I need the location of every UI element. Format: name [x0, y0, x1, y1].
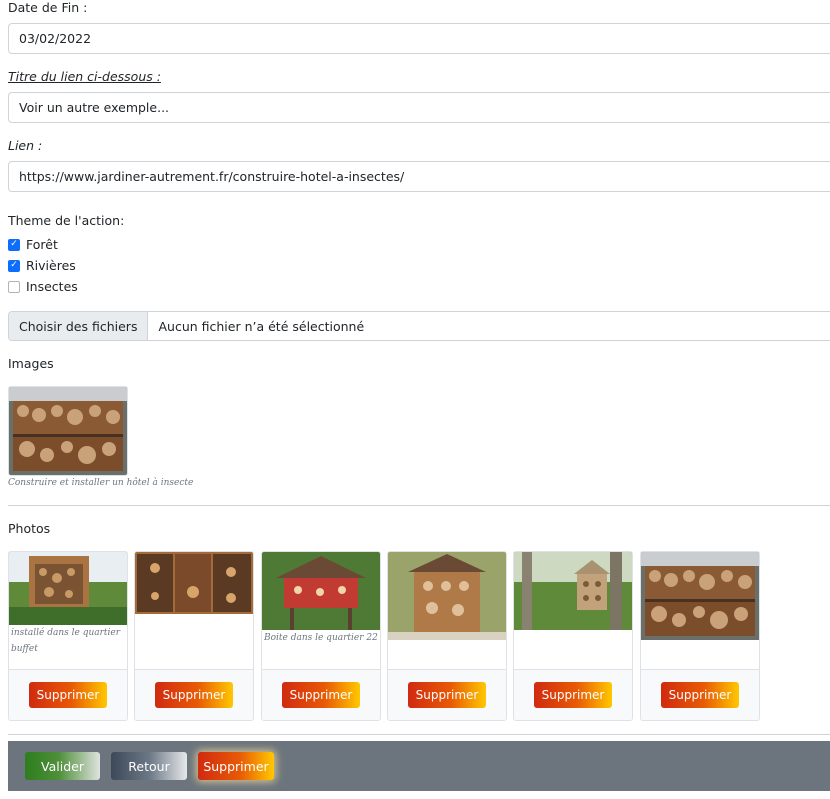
theme-option-rivieres[interactable]: ✓ Rivières — [8, 258, 76, 273]
retour-button[interactable]: Retour — [111, 752, 187, 780]
photo-card: Supprimer — [513, 551, 633, 721]
theme-option-label: Rivières — [26, 258, 76, 273]
photo-image[interactable] — [514, 552, 632, 630]
photo-caption: installé dans le quartier buffet — [11, 628, 121, 654]
image-thumbnail[interactable] — [8, 386, 128, 476]
delete-photo-button[interactable]: Supprimer — [533, 682, 613, 708]
theme-option-insectes[interactable]: Insectes — [8, 279, 78, 294]
titre-lien-label: Titre du lien ci-dessous : — [8, 69, 161, 84]
photo-card: Supprimer — [387, 551, 507, 721]
photo-image[interactable] — [9, 552, 127, 625]
photo-card: Boite dans le quartier 22 Supprimer — [261, 551, 381, 721]
supprimer-button[interactable]: Supprimer — [198, 752, 274, 780]
photo-image[interactable] — [262, 552, 380, 630]
action-bar: Valider Retour Supprimer — [8, 741, 830, 791]
check-icon[interactable]: ✓ — [8, 259, 20, 272]
date-fin-label: Date de Fin : — [8, 0, 88, 15]
photo-card: Supprimer — [134, 551, 254, 721]
photo-card-footer: Supprimer — [641, 669, 759, 720]
photo-card-footer: Supprimer — [135, 669, 253, 720]
photo-image[interactable] — [641, 552, 759, 640]
file-status: Aucun fichier n’a été sélectionné — [158, 318, 365, 334]
theme-label: Theme de l'action: — [8, 213, 125, 228]
delete-photo-button[interactable]: Supprimer — [660, 682, 740, 708]
photo-image[interactable] — [388, 552, 506, 640]
file-input[interactable]: Choisir des fichiers Aucun fichier n’a é… — [8, 311, 830, 341]
divider — [8, 505, 830, 506]
theme-option-label: Forêt — [26, 237, 58, 252]
images-heading: Images — [8, 356, 54, 371]
image-caption: Construire et installer un hôtel à insec… — [8, 478, 194, 488]
date-fin-input[interactable]: 03/02/2022 — [8, 23, 830, 54]
photo-card: installé dans le quartier buffet Supprim… — [8, 551, 128, 721]
photo-card-footer: Supprimer — [262, 669, 380, 720]
valider-button[interactable]: Valider — [25, 752, 100, 780]
check-icon[interactable]: ✓ — [8, 238, 20, 251]
choose-files-button[interactable]: Choisir des fichiers — [9, 312, 149, 340]
lien-input[interactable]: https://www.jardiner-autrement.fr/constr… — [8, 161, 830, 192]
delete-photo-button[interactable]: Supprimer — [154, 682, 234, 708]
delete-photo-button[interactable]: Supprimer — [28, 682, 108, 708]
photo-card-footer: Supprimer — [388, 669, 506, 720]
divider — [8, 734, 830, 735]
delete-photo-button[interactable]: Supprimer — [407, 682, 487, 708]
photo-caption: Boite dans le quartier 22 — [264, 633, 378, 643]
insect-hotel-image — [9, 387, 127, 475]
theme-option-label: Insectes — [26, 279, 78, 294]
delete-photo-button[interactable]: Supprimer — [281, 682, 361, 708]
titre-lien-input[interactable]: Voir un autre exemple... — [8, 92, 830, 123]
photo-card-footer: Supprimer — [9, 669, 127, 720]
photo-card-footer: Supprimer — [514, 669, 632, 720]
checkbox-empty-icon[interactable] — [8, 280, 20, 293]
photos-heading: Photos — [8, 521, 51, 536]
lien-label: Lien : — [8, 138, 43, 153]
photo-card: Supprimer — [640, 551, 760, 721]
photo-image[interactable] — [135, 552, 253, 614]
theme-option-foret[interactable]: ✓ Forêt — [8, 237, 58, 252]
